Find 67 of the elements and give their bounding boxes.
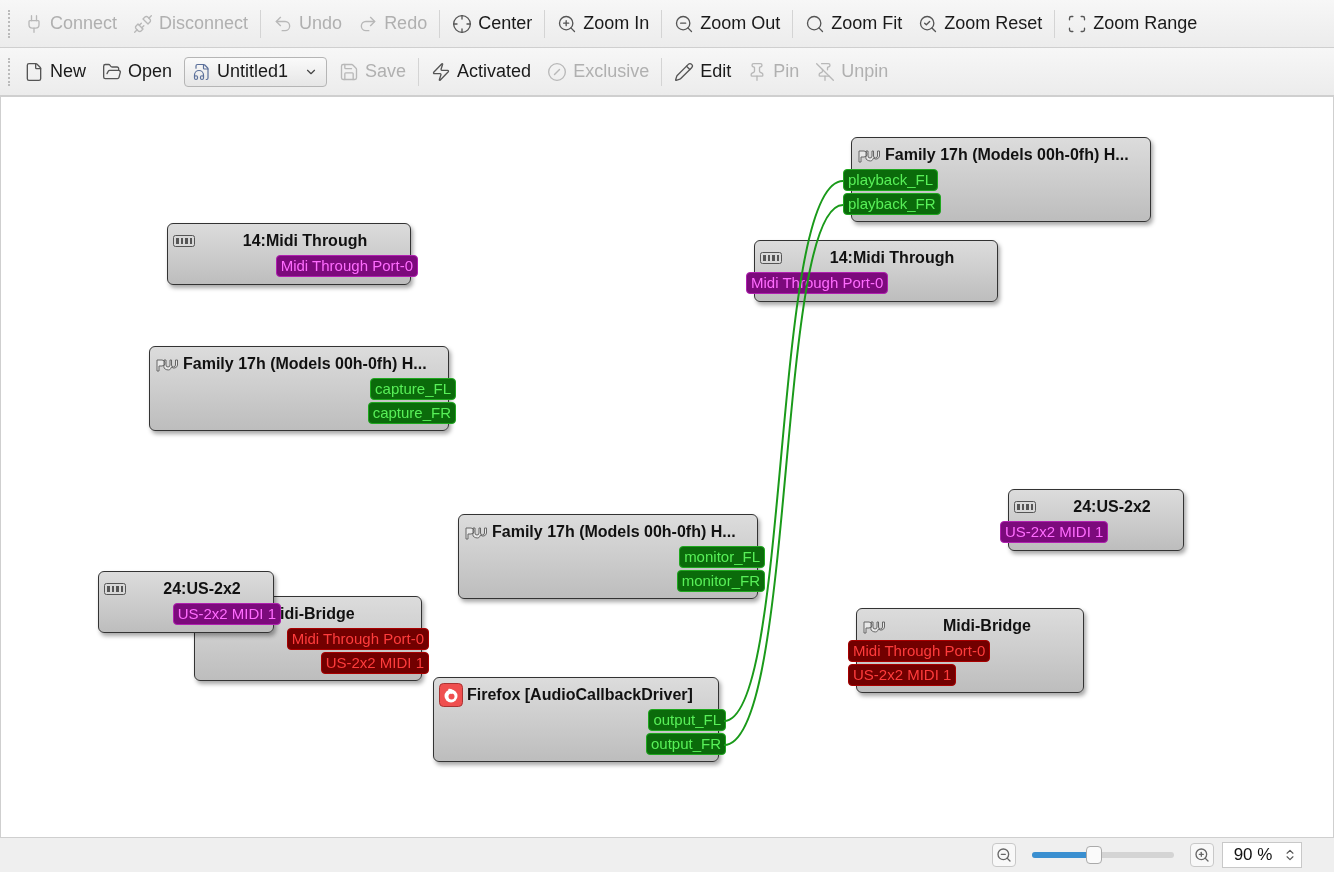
document-icon xyxy=(24,61,44,82)
port-label[interactable]: US-2x2 MIDI 1 xyxy=(1000,521,1109,543)
audio-file-icon xyxy=(193,62,212,81)
pipewire-icon xyxy=(155,356,179,372)
node-title: 14:Midi Through xyxy=(242,231,368,251)
port-label[interactable]: Midi Through Port-0 xyxy=(848,640,991,662)
unplug-icon xyxy=(133,13,154,34)
folder-icon xyxy=(102,61,122,82)
toolbar-button[interactable]: Edit xyxy=(666,53,740,90)
toolbar-button[interactable]: Activated xyxy=(423,53,540,90)
node-title: 24:US-2x2 xyxy=(163,579,241,599)
zoom-in-button[interactable] xyxy=(1190,843,1214,867)
pipewire-icon xyxy=(464,524,488,540)
magnifier-icon xyxy=(805,13,826,34)
node-title: Family 17h (Models 00h-0fh) H... xyxy=(183,354,427,374)
zoom-in-icon xyxy=(557,13,578,34)
toolbar-button[interactable]: Zoom Range xyxy=(1059,5,1206,42)
port-label[interactable]: output_FL xyxy=(648,709,726,731)
node-title: 24:US-2x2 xyxy=(1073,497,1151,517)
zoom-out-icon xyxy=(996,847,1012,863)
toolbar-button[interactable]: Open xyxy=(94,53,181,90)
slash-circle-icon xyxy=(547,61,568,82)
alsa-icon xyxy=(1014,501,1036,513)
port-label[interactable]: US-2x2 MIDI 1 xyxy=(848,664,957,686)
lightning-icon xyxy=(431,61,452,82)
node-title: Firefox [AudioCallbackDriver] xyxy=(467,685,693,705)
save-icon xyxy=(339,61,360,82)
zoom-out-button[interactable] xyxy=(992,843,1016,867)
toolbar-button[interactable]: New xyxy=(16,53,94,90)
magnifier-check-icon xyxy=(918,13,939,34)
node-title: idi-Bridge xyxy=(280,604,355,624)
node-title: Midi-Bridge xyxy=(943,616,1031,636)
toolbar-button[interactable]: Zoom Out xyxy=(666,5,789,42)
alsa-icon xyxy=(760,252,782,264)
port-label[interactable]: capture_FL xyxy=(370,378,456,400)
port-label[interactable]: output_FR xyxy=(645,733,726,755)
alsa-icon xyxy=(173,235,195,247)
node-title: Family 17h (Models 00h-0fh) H... xyxy=(885,145,1129,165)
node-title: 14:Midi Through xyxy=(829,248,955,268)
scan-frame-icon xyxy=(1067,13,1088,34)
firefox-icon xyxy=(439,683,463,707)
slider-handle[interactable] xyxy=(1086,846,1103,864)
toolbar-button[interactable]: Zoom Reset xyxy=(910,5,1051,42)
toolbar-button[interactable]: Zoom In xyxy=(549,5,658,42)
zoom-out-icon xyxy=(674,13,695,34)
pipewire-icon xyxy=(862,618,886,634)
session-dropdown[interactable]: Untitled1 xyxy=(184,56,328,87)
port-label[interactable]: Midi Through Port-0 xyxy=(286,628,429,650)
port-label[interactable]: playback_FL xyxy=(843,169,939,191)
pencil-icon xyxy=(674,61,695,82)
crosshair-icon xyxy=(452,13,473,34)
node-title: Family 17h (Models 00h-0fh) H... xyxy=(492,522,736,542)
port-label[interactable]: playback_FR xyxy=(843,193,941,215)
port-label[interactable]: monitor_FR xyxy=(676,570,765,592)
pin-off-icon xyxy=(815,61,836,82)
port-label[interactable]: US-2x2 MIDI 1 xyxy=(172,603,281,625)
pipewire-icon xyxy=(857,147,881,163)
port-label[interactable]: monitor_FL xyxy=(679,546,765,568)
port-label[interactable]: Midi Through Port-0 xyxy=(275,255,418,277)
port-label[interactable]: US-2x2 MIDI 1 xyxy=(320,652,429,674)
zoom-spinbox[interactable]: 90 % xyxy=(1222,842,1302,868)
zoom-in-icon xyxy=(1194,847,1210,863)
alsa-icon xyxy=(104,583,126,595)
graph-canvas[interactable] xyxy=(0,96,1334,838)
port-label[interactable]: capture_FR xyxy=(367,402,456,424)
toolbar-button[interactable]: Center xyxy=(444,5,541,42)
toolbar-button[interactable]: Zoom Fit xyxy=(797,5,911,42)
